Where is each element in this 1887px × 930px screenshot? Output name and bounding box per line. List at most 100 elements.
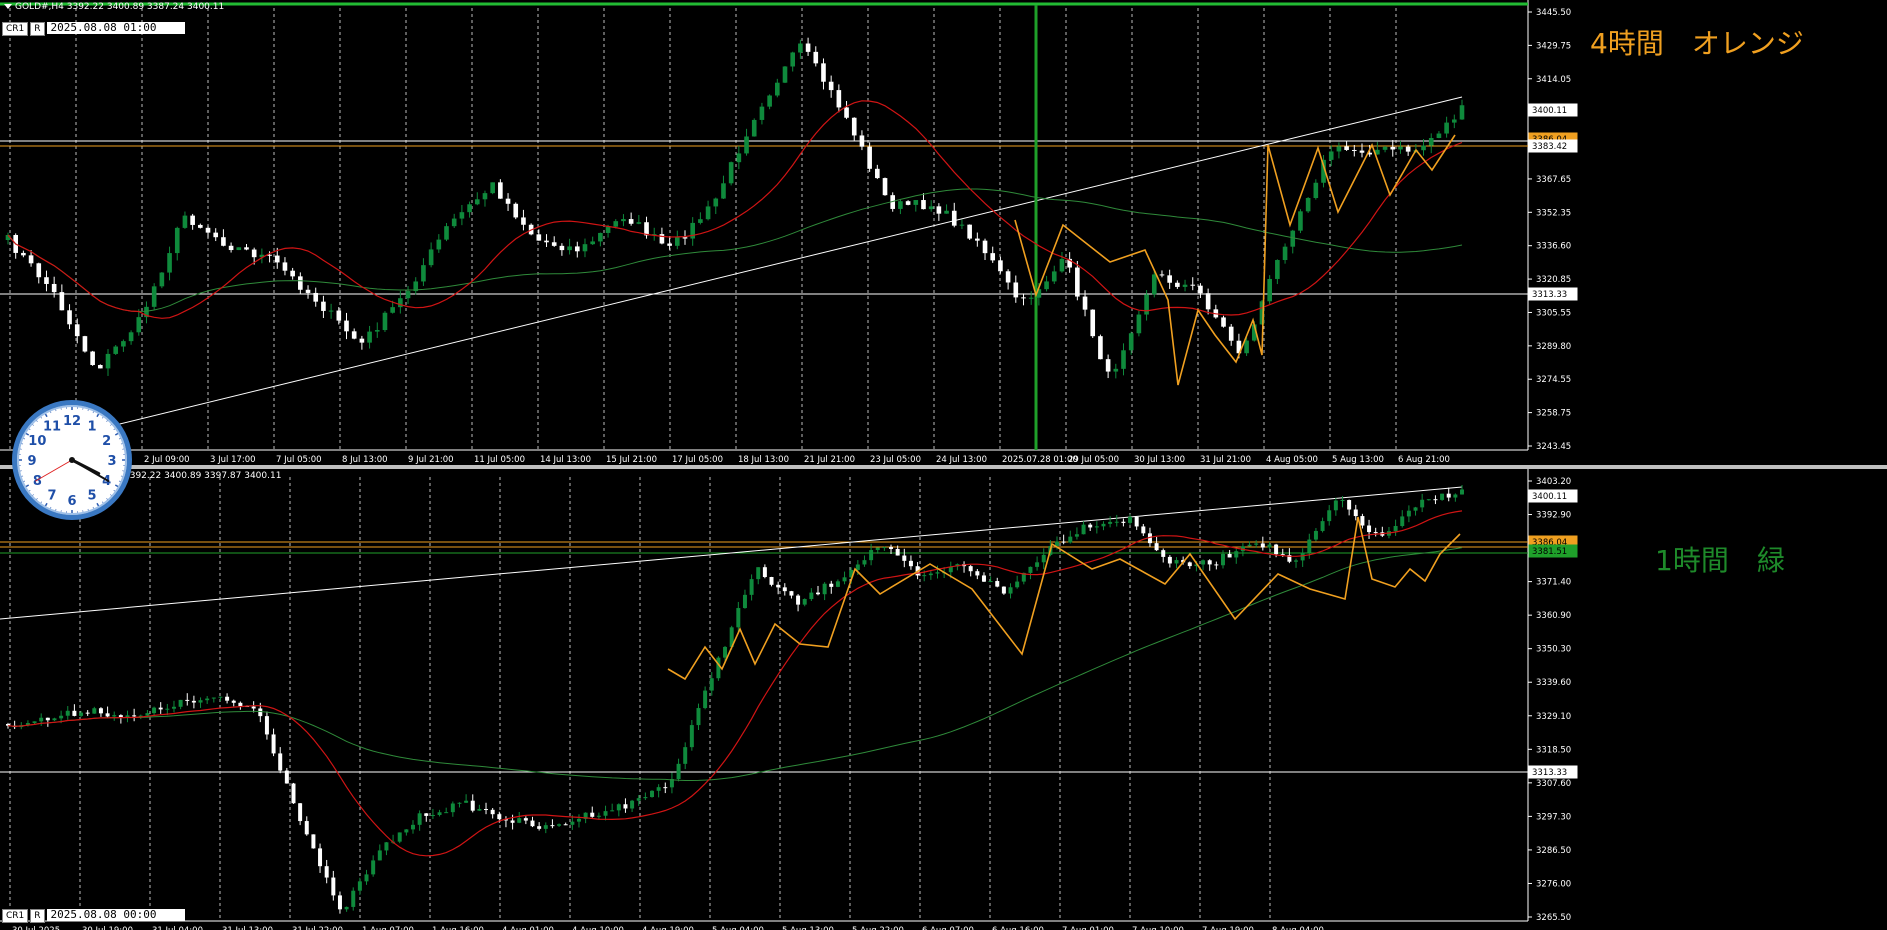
h1-time-box[interactable]: 2025.08.08 00:00 [46,909,185,921]
h1-candle [869,550,874,561]
h1-candle [59,715,64,719]
h1-candle [1413,507,1418,511]
h4-candle [174,227,180,254]
h4-candle [713,198,719,207]
clock-tick [36,420,38,422]
h1-cr1-button[interactable]: CR1 [2,909,29,923]
h1-price-tick-label: 3318.50 [1536,745,1571,755]
h1-candle [1088,524,1093,528]
h4-candle [867,146,872,169]
h1-candle [756,567,761,580]
h4-candle [944,210,949,214]
h4-price-tick-label: 3320.85 [1536,275,1571,285]
h4-candle [1159,274,1165,276]
h1-candle [1035,562,1040,567]
h1-price-plot[interactable]: 30 Jul 2025 30 Jul 19:00 31 Jul 04:00 31 Ju… [0,469,1887,930]
h4-time-tick-label: 15 Jul 21:00 [606,455,657,465]
clock-numeral: 1 [87,419,96,434]
clock-face: 12 12 3 45678 9 1011 [19,407,125,513]
h4-candle [1244,340,1249,354]
h4-time-tick-label: 6 Aug 21:00 [1398,455,1450,465]
h1-candle [417,813,422,825]
h1-candle [1400,516,1405,527]
h4-candle [1167,275,1172,283]
clock-tick [110,494,112,496]
h1-candle [922,575,927,577]
clock-numeral: 4 [102,474,111,489]
h4-candle [1428,138,1434,146]
h4-time-tick-label: 11 Jul 05:00 [474,455,525,465]
h1-candle [842,577,847,582]
h4-time-tick-label: 2025.07.28 01:00 [1002,455,1078,465]
h4-time-box[interactable]: 2025.08.08 01:00 [46,22,185,34]
h4-candle [759,106,765,120]
h4-candle [644,222,649,236]
clock-numeral: 10 [28,434,46,449]
h4-candle [1113,368,1119,372]
h1-candle [596,815,601,817]
h4-candle [1382,146,1388,150]
h4-candle [59,292,65,311]
h1-candle [1108,521,1113,524]
h4-candle [474,199,480,205]
h1-price-tick-label: 3360.90 [1536,611,1571,621]
h4-candle [1228,326,1234,341]
h4-candle [1021,297,1026,299]
h4-candle [882,178,888,196]
h4-price-tick-label: 3243.45 [1536,442,1571,452]
clock-tick [106,498,108,500]
clock-tick [28,490,31,492]
h1-candle [616,804,621,811]
h4-price-axis[interactable] [1528,0,1887,465]
h1-candle [85,712,90,714]
h1-candle [92,708,97,714]
h4-price-badge-label: 3383.42 [1532,142,1567,152]
h4-candle [74,324,80,337]
h1-candle [1254,543,1259,545]
h4-time-tick-label: 21 Jul 21:00 [804,455,855,465]
h4-candle [228,245,234,251]
h1-candle [689,725,694,748]
h4-trendline[interactable] [94,96,1463,431]
h4-candle [1005,271,1011,283]
h1-time-tick-label: 8 Aug 04:00 [1272,926,1324,930]
h4-candle [1205,293,1211,310]
clock-tick [50,411,52,414]
h4-candle [274,255,280,263]
h4-candle [1221,317,1226,327]
h1-candle [258,708,263,717]
h1-r-button[interactable]: R [30,909,45,923]
h4-chart-window[interactable]: 26 Jun 20251 Jul 01:002 Jul 09:003 Jul 1… [0,0,1887,465]
h1-chart-window[interactable]: 30 Jul 2025 30 Jul 19:00 31 Jul 04:00 31 Ju… [0,469,1887,930]
h4-candle [951,210,957,226]
analog-clock-widget[interactable]: 12 1 2 3 4 5 6 7 8 9 10 11 [12,400,132,520]
h1-candle [550,825,555,827]
h1-candle [676,763,681,780]
h4-candle [990,253,996,261]
h1-candle [1327,510,1332,522]
h1-candle [1347,500,1352,510]
h4-candle [1267,278,1272,302]
h4-time-tick-label: 29 Jul 05:00 [1068,455,1119,465]
h4-price-tick-label: 3445.50 [1536,8,1571,18]
h4-time-tick-label: 8 Jul 13:00 [342,455,388,465]
h1-candle [357,881,362,891]
clock-tick [23,480,26,482]
h1-price-tick-label: 3297.30 [1536,812,1571,822]
h1-candle [563,824,568,826]
h1-candle [384,842,389,851]
collapse-triangle-icon[interactable] [4,4,12,9]
h4-candle [505,198,511,204]
clock-numeral: 8 [33,474,42,489]
h1-candle [875,547,880,551]
h4-price-plot[interactable]: 26 Jun 20251 Jul 01:002 Jul 09:003 Jul 1… [0,0,1887,465]
h1-candle [1433,499,1438,501]
h1-candle [1161,550,1166,557]
h4-ohlc-readout: GOLD#,H4 3392.22 3400.89 3387.24 3400.11 [15,2,225,12]
h4-candle [728,162,734,184]
h1-candle [1174,560,1179,564]
h4-candle [82,336,88,352]
h4-r-button[interactable]: R [30,22,45,36]
h4-time-tick-label: 9 Jul 21:00 [408,455,454,465]
h4-cr1-button[interactable]: CR1 [2,22,29,36]
